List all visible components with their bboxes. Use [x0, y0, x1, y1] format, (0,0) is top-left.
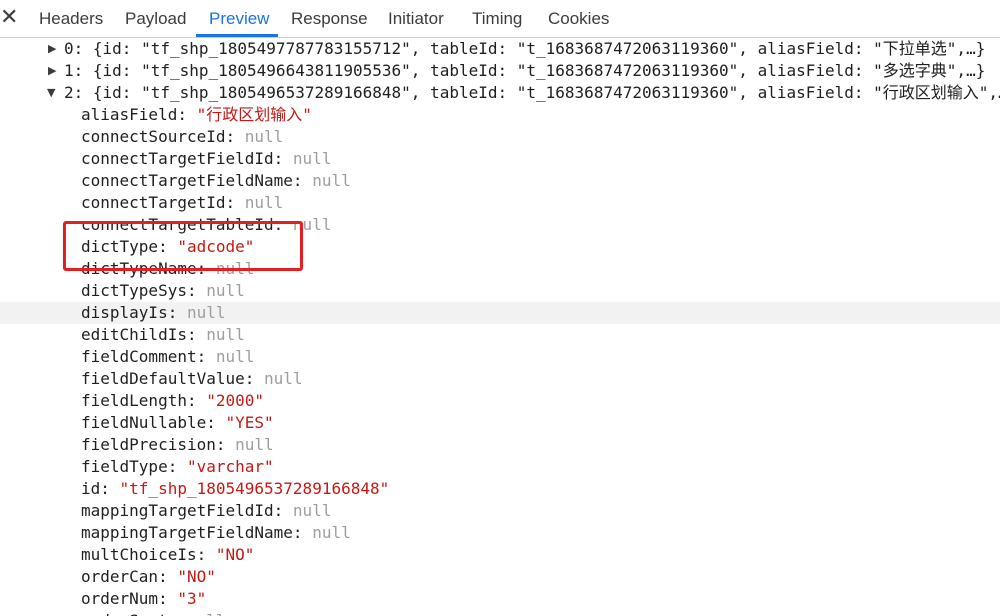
property-row[interactable]: displayIs: null	[0, 302, 1000, 324]
property-value: "2000"	[206, 391, 265, 410]
property-value: null	[187, 611, 226, 616]
property-value: "tf_shp_1805496537289166848"	[119, 479, 390, 498]
property-key: orderSort	[81, 611, 168, 616]
property-key: editChildIs	[81, 325, 187, 344]
property-row[interactable]: aliasField: "行政区划输入"	[0, 104, 1000, 126]
property-row[interactable]: dictTypeSys: null	[0, 280, 1000, 302]
item-summary: {id: "tf_shp_1805497787783155712", table…	[92, 39, 986, 58]
close-icon[interactable]: ✕	[0, 6, 18, 30]
property-value: null	[215, 347, 255, 366]
property-row[interactable]: connectSourceId: null	[0, 126, 1000, 148]
property-row[interactable]: fieldPrecision: null	[0, 434, 1000, 456]
property-row[interactable]: orderSort: null	[0, 610, 1000, 616]
tab-headers[interactable]: Headers	[39, 0, 103, 37]
property-value: "NO"	[177, 567, 216, 586]
property-value: null	[292, 501, 332, 520]
property-row[interactable]: multChoiceIs: "NO"	[0, 544, 1000, 566]
property-value: "NO"	[215, 545, 255, 564]
property-value: null	[312, 523, 351, 542]
property-value: "行政区划输入"	[196, 105, 312, 124]
item-index: 0	[64, 39, 74, 58]
property-value: null	[244, 127, 284, 146]
property-key: connectTargetId	[81, 193, 226, 212]
property-key: fieldType	[81, 457, 168, 476]
property-value: null	[206, 325, 245, 344]
preview-tree: ▶ 0: {id: "tf_shp_1805497787783155712", …	[0, 38, 1000, 616]
property-value: null	[206, 281, 245, 300]
property-key: orderNum	[81, 589, 159, 608]
property-row[interactable]: fieldDefaultValue: null	[0, 368, 1000, 390]
item-summary: {id: "tf_shp_1805496643811905536", table…	[92, 61, 986, 80]
property-key: connectTargetFieldId	[81, 149, 274, 168]
tab-initiator[interactable]: Initiator	[388, 0, 444, 37]
property-row[interactable]: orderNum: "3"	[0, 588, 1000, 610]
property-key: aliasField	[81, 105, 178, 124]
property-key: dictTypeSys	[81, 281, 187, 300]
property-row[interactable]: fieldType: "varchar"	[0, 456, 1000, 478]
property-row[interactable]: connectTargetId: null	[0, 192, 1000, 214]
property-value: null	[312, 171, 351, 190]
property-key: id	[81, 479, 101, 498]
property-row[interactable]: fieldNullable: "YES"	[0, 412, 1000, 434]
property-value: "varchar"	[186, 457, 274, 476]
devtools-tab-bar: ✕ Headers Payload Preview Response Initi…	[0, 0, 1000, 38]
item-index: 2	[64, 83, 74, 102]
property-key: fieldDefaultValue	[81, 369, 245, 388]
property-value: "3"	[177, 589, 207, 608]
annotation-highlight-box	[63, 221, 303, 271]
property-key: displayIs	[81, 303, 168, 322]
tab-response[interactable]: Response	[291, 0, 368, 37]
tab-timing[interactable]: Timing	[472, 0, 522, 37]
property-key: fieldPrecision	[81, 435, 216, 454]
property-key: fieldComment	[81, 347, 197, 366]
property-row[interactable]: mappingTargetFieldName: null	[0, 522, 1000, 544]
property-row[interactable]: fieldComment: null	[0, 346, 1000, 368]
tree-item-expanded[interactable]: ▼ 2: {id: "tf_shp_1805496537289166848", …	[0, 82, 1000, 104]
property-key: mappingTargetFieldName	[81, 523, 293, 542]
tab-cookies[interactable]: Cookies	[548, 0, 609, 37]
property-key: mappingTargetFieldId	[81, 501, 274, 520]
property-row[interactable]: editChildIs: null	[0, 324, 1000, 346]
property-key: fieldLength	[81, 391, 187, 410]
property-value: "YES"	[225, 413, 274, 432]
property-row[interactable]: id: "tf_shp_1805496537289166848"	[0, 478, 1000, 500]
property-row[interactable]: fieldLength: "2000"	[0, 390, 1000, 412]
property-key: connectSourceId	[81, 127, 226, 146]
property-value: null	[235, 435, 274, 454]
property-value: null	[186, 303, 226, 322]
property-row[interactable]: orderCan: "NO"	[0, 566, 1000, 588]
tree-item-collapsed[interactable]: ▶ 0: {id: "tf_shp_1805497787783155712", …	[0, 38, 1000, 60]
item-summary: {id: "tf_shp_1805496537289166848", table…	[92, 83, 1000, 102]
property-value: null	[292, 149, 332, 168]
property-key: orderCan	[81, 567, 159, 586]
tree-item-collapsed[interactable]: ▶ 1: {id: "tf_shp_1805496643811905536", …	[0, 60, 1000, 82]
property-key: fieldNullable	[81, 413, 207, 432]
property-value: null	[264, 369, 303, 388]
property-row[interactable]: connectTargetFieldId: null	[0, 148, 1000, 170]
property-row[interactable]: connectTargetFieldName: null	[0, 170, 1000, 192]
collapse-arrow-icon[interactable]: ▼	[47, 82, 57, 104]
expand-arrow-icon[interactable]: ▶	[48, 38, 58, 60]
tab-preview[interactable]: Preview	[209, 0, 269, 37]
item-index: 1	[64, 61, 74, 80]
property-row[interactable]: mappingTargetFieldId: null	[0, 500, 1000, 522]
property-key: multChoiceIs	[81, 545, 197, 564]
tab-payload[interactable]: Payload	[125, 0, 186, 37]
property-key: connectTargetFieldName	[81, 171, 293, 190]
active-tab-indicator	[196, 34, 278, 37]
property-value: null	[244, 193, 284, 212]
expand-arrow-icon[interactable]: ▶	[48, 60, 58, 82]
